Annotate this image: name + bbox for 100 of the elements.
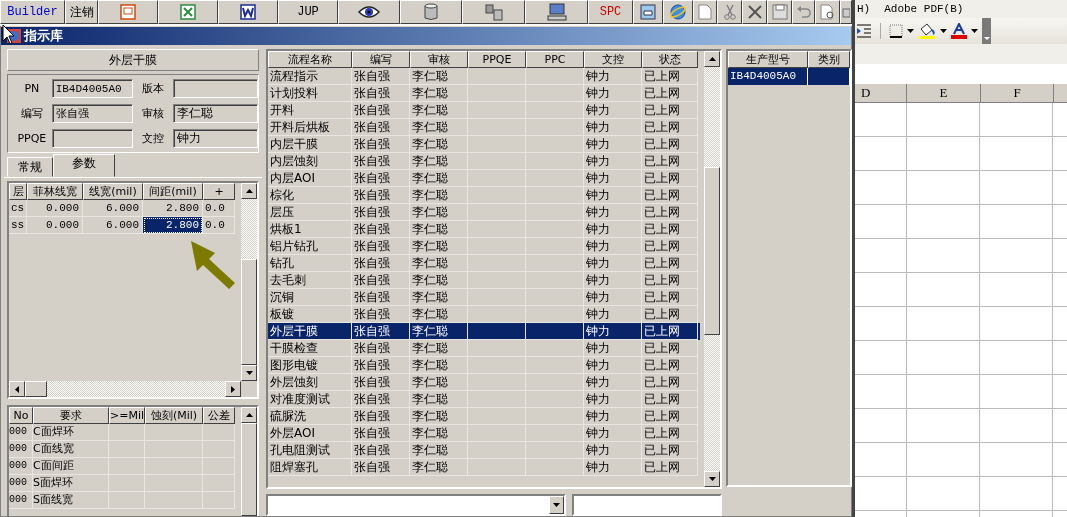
servers-button[interactable] [462, 0, 525, 24]
input-field[interactable]: 李仁聪 [172, 104, 258, 123]
indent-icon[interactable] [856, 24, 872, 38]
input-field[interactable]: 钟力 [172, 129, 258, 148]
borders-icon[interactable] [889, 24, 903, 38]
column-header[interactable]: D [855, 84, 907, 102]
input-field[interactable]: IB4D4005A0 [51, 79, 133, 98]
table-row[interactable]: 棕化 张自强 李仁聪 钟力 已上网 [268, 187, 700, 204]
column-header[interactable]: 类别 [808, 51, 850, 68]
column-header[interactable]: + [203, 183, 235, 200]
dropdown-icon[interactable] [940, 29, 947, 33]
spreadsheet-button[interactable] [158, 0, 218, 24]
column-header[interactable]: 菲林线宽 [27, 183, 83, 200]
printer-button[interactable] [840, 0, 852, 24]
table-row[interactable]: 对准度测试 张自强 李仁聪 钟力 已上网 [268, 391, 700, 408]
table-row[interactable]: 流程指示 张自强 李仁聪 钟力 已上网 [268, 68, 700, 85]
column-header[interactable]: 编写 [352, 51, 410, 68]
column-header[interactable]: 公差 [203, 407, 235, 424]
save-button[interactable] [767, 0, 792, 24]
scroll-up-button[interactable] [241, 407, 257, 423]
input-field[interactable] [51, 129, 133, 148]
input-field[interactable]: 张自强 [51, 104, 133, 123]
column-header[interactable]: 生产型号 [728, 51, 808, 68]
column-header[interactable]: 文控 [584, 51, 642, 68]
table-row[interactable]: 孔电阻测试 张自强 李仁聪 钟力 已上网 [268, 442, 700, 459]
column-header[interactable]: 流程名称 [268, 51, 352, 68]
column-header[interactable]: 层 [9, 183, 27, 200]
table-row[interactable]: 外层AOI 张自强 李仁聪 钟力 已上网 [268, 425, 700, 442]
column-header[interactable]: 间距(mil) [143, 183, 203, 200]
table-cell: 图形电镀 [268, 357, 352, 374]
table-row[interactable]: 钻孔 张自强 李仁聪 钟力 已上网 [268, 255, 700, 272]
column-header[interactable]: F [981, 84, 1054, 102]
toolbar-overflow-button[interactable] [982, 18, 991, 44]
database-button[interactable] [400, 0, 462, 24]
dropdown-icon[interactable] [907, 29, 914, 33]
undo-button[interactable] [792, 0, 815, 24]
column-header[interactable]: 状态 [642, 51, 698, 68]
scroll-thumb[interactable] [704, 167, 720, 335]
tab[interactable]: 参数 [53, 154, 115, 177]
dropdown-field[interactable] [266, 494, 566, 516]
scroll-thumb[interactable] [241, 423, 257, 516]
column-header[interactable]: 审核 [410, 51, 468, 68]
column-header[interactable]: 线宽(mil) [83, 183, 143, 200]
delete-button[interactable] [742, 0, 767, 24]
toolbar-button[interactable]: SPC [588, 0, 633, 24]
window-button[interactable] [633, 0, 663, 24]
menu-item[interactable]: H) [857, 3, 871, 15]
fill-color-icon[interactable] [918, 23, 936, 39]
table-row[interactable]: 沉铜 张自强 李仁聪 钟力 已上网 [268, 289, 700, 306]
table-row[interactable]: 去毛刺 张自强 李仁聪 钟力 已上网 [268, 272, 700, 289]
table-row[interactable]: 外层干膜 张自强 李仁聪 钟力 已上网 [268, 323, 700, 340]
column-header[interactable]: 蚀刻(Mil) [145, 407, 203, 424]
toolbar-button[interactable]: Builder [0, 0, 65, 24]
scroll-down-button[interactable] [241, 365, 257, 381]
table-row[interactable]: 内层蚀刻 张自强 李仁聪 钟力 已上网 [268, 153, 700, 170]
table-row[interactable]: 阻焊塞孔 张自强 李仁聪 钟力 已上网 [268, 459, 700, 476]
table-row[interactable]: 层压 张自强 李仁聪 钟力 已上网 [268, 204, 700, 221]
dropdown-button[interactable] [549, 496, 564, 514]
table-cell [526, 289, 584, 306]
toolbar-button[interactable]: 注销 [65, 0, 98, 24]
column-header[interactable]: No [9, 407, 33, 424]
table-row[interactable]: IB4D4005A0 [728, 68, 850, 85]
cut-button[interactable] [717, 0, 742, 24]
table-row[interactable]: 开料 张自强 李仁聪 钟力 已上网 [268, 102, 700, 119]
scroll-left-button[interactable] [9, 381, 25, 397]
column-header[interactable]: 要求 [33, 407, 109, 424]
table-row[interactable]: 内层干膜 张自强 李仁聪 钟力 已上网 [268, 136, 700, 153]
menu-item[interactable]: Adobe PDF(B) [884, 3, 964, 15]
scroll-down-button[interactable] [704, 471, 720, 487]
column-header[interactable]: PPQE [468, 51, 526, 68]
presentation-button[interactable] [98, 0, 158, 24]
table-row[interactable]: 计划投料 张自强 李仁聪 钟力 已上网 [268, 85, 700, 102]
scroll-up-button[interactable] [704, 51, 720, 67]
table-row[interactable]: 内层AOI 张自强 李仁聪 钟力 已上网 [268, 170, 700, 187]
text-document-button[interactable] [218, 0, 278, 24]
input-field[interactable] [572, 494, 722, 516]
scroll-thumb[interactable] [25, 381, 47, 397]
print-preview-button[interactable] [815, 0, 840, 24]
table-row[interactable]: 铝片钻孔 张自强 李仁聪 钟力 已上网 [268, 238, 700, 255]
new-page-button[interactable] [693, 0, 717, 24]
scroll-up-button[interactable] [241, 183, 257, 199]
scroll-right-button[interactable] [225, 381, 241, 397]
font-color-icon[interactable] [951, 23, 967, 39]
input-field[interactable] [172, 79, 258, 98]
computer-button[interactable] [525, 0, 588, 24]
table-row[interactable]: 硫脲洗 张自强 李仁聪 钟力 已上网 [268, 408, 700, 425]
table-row[interactable]: 开料后烘板 张自强 李仁聪 钟力 已上网 [268, 119, 700, 136]
table-row[interactable]: 外层蚀刻 张自强 李仁聪 钟力 已上网 [268, 374, 700, 391]
toolbar-button[interactable]: JUP [278, 0, 338, 24]
column-header[interactable]: >=Mil [109, 407, 145, 424]
column-header[interactable]: E [907, 84, 981, 102]
column-header[interactable]: PPC [526, 51, 584, 68]
table-cell: 已上网 [642, 204, 698, 221]
table-row[interactable]: 干膜检查 张自强 李仁聪 钟力 已上网 [268, 340, 700, 357]
table-row[interactable]: 图形电镀 张自强 李仁聪 钟力 已上网 [268, 357, 700, 374]
table-row[interactable]: 烘板1 张自强 李仁聪 钟力 已上网 [268, 221, 700, 238]
globe-button[interactable] [663, 0, 693, 24]
scroll-thumb[interactable] [241, 259, 257, 365]
eye-button[interactable] [338, 0, 400, 24]
dropdown-icon[interactable] [971, 29, 978, 33]
